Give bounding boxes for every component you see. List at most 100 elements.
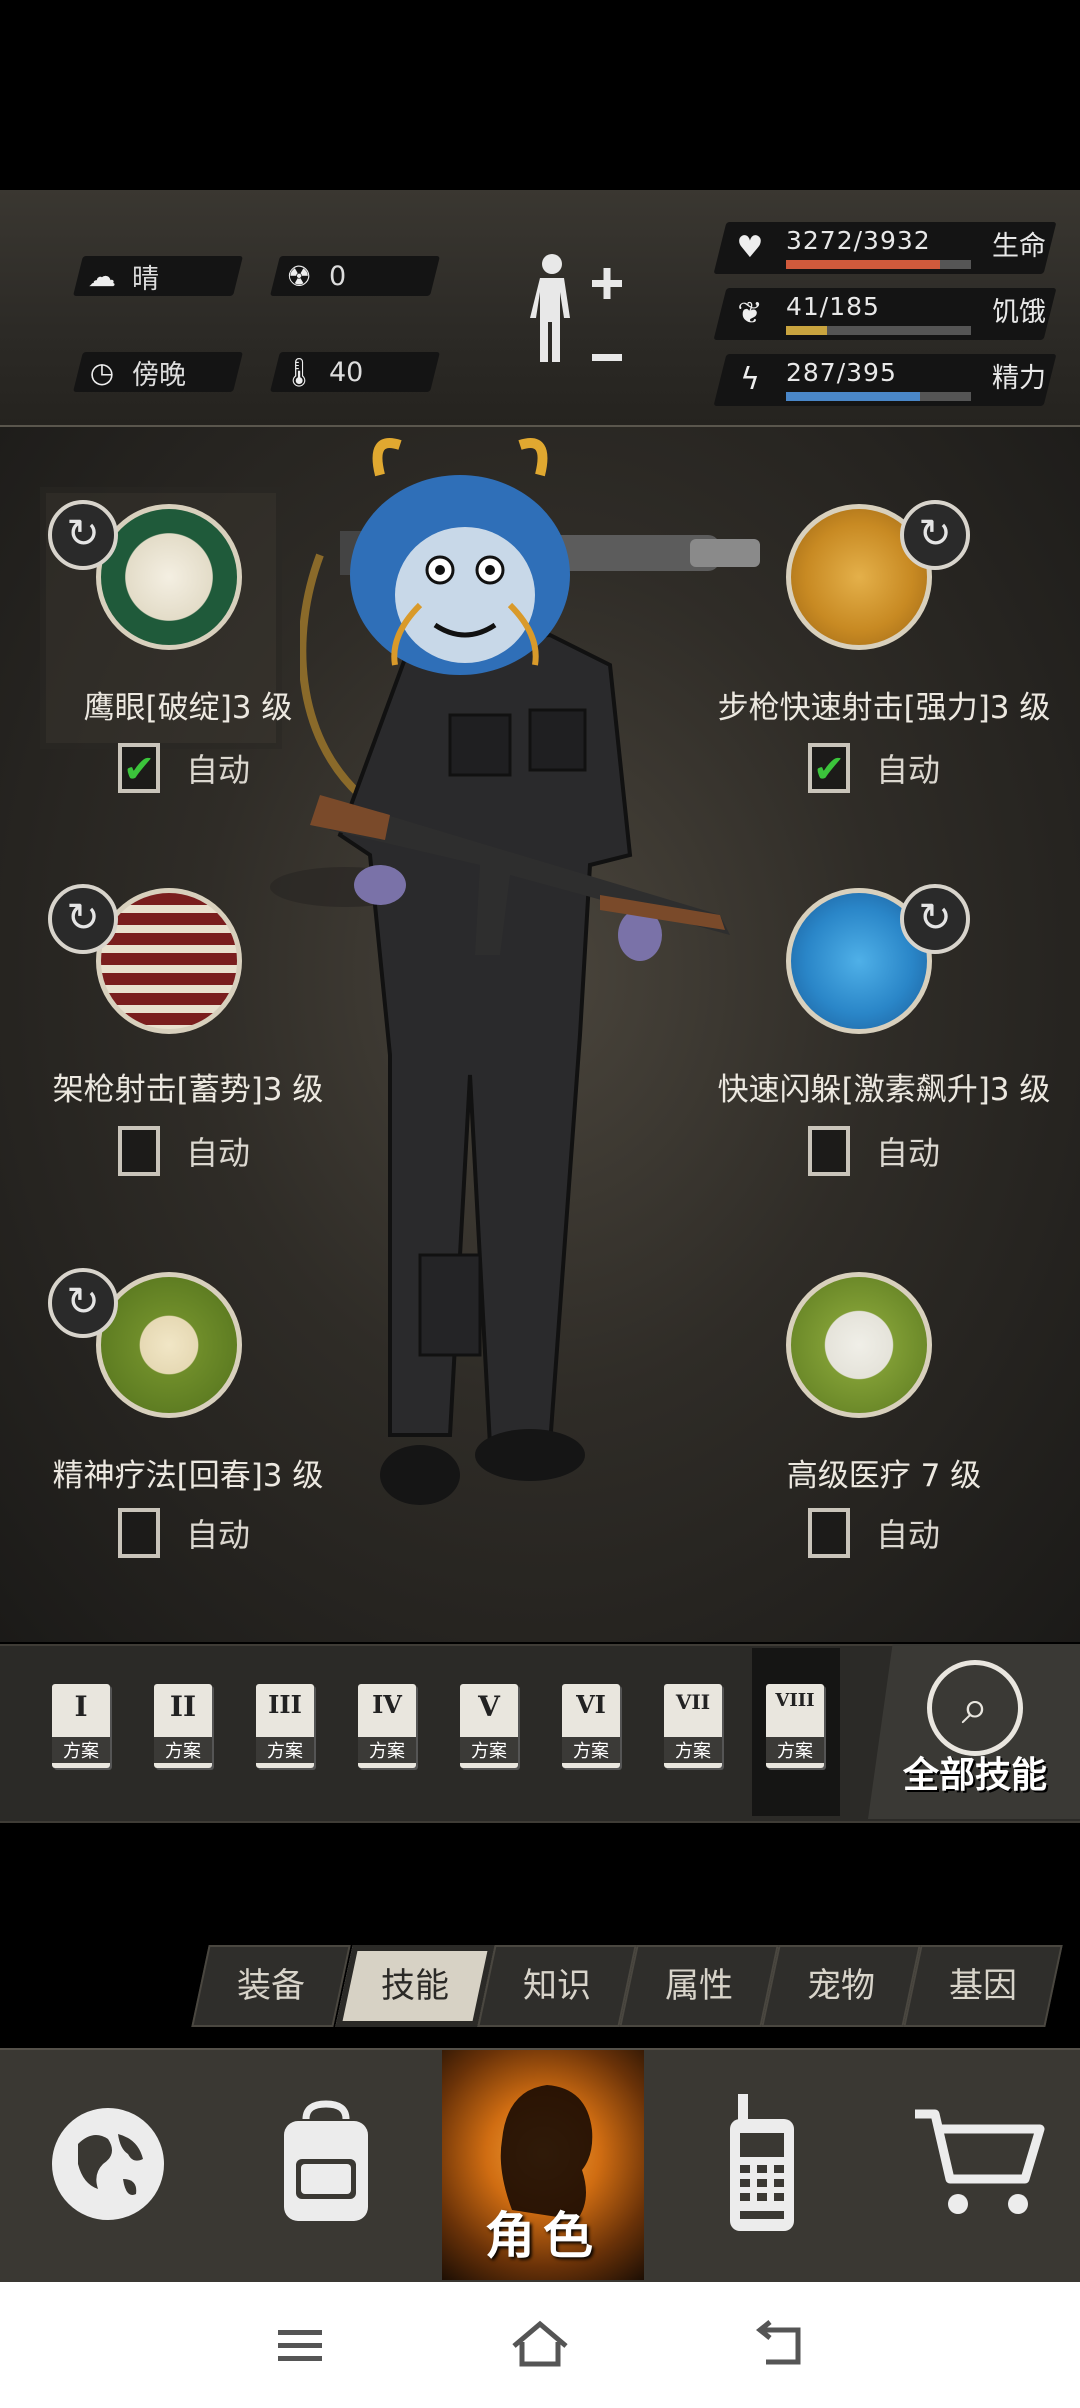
menu-icon[interactable] [260,2312,340,2378]
plan-2-button[interactable]: II 方案 [154,1684,216,1770]
cart-icon [915,2109,1045,2214]
nav-world[interactable] [8,2048,208,2280]
tab-knowledge[interactable]: 知识 [477,1945,637,2027]
plan-3-button[interactable]: III 方案 [256,1684,318,1770]
auto-checkbox[interactable]: ✔ [808,743,850,793]
temperature-value: 40 [329,356,364,388]
nav-bag[interactable] [226,2048,426,2280]
auto-toggle[interactable]: 自动 [808,1508,940,1558]
health-stat: ♥ 3272/3932 生命 [713,222,1060,274]
time-label: 傍晚 [132,359,186,391]
tab-label: 技能 [381,1966,449,2006]
plan-number: VIII [775,1690,815,1711]
tab-attributes[interactable]: 属性 [619,1945,779,2027]
thermometer-icon: 🌡 [281,355,317,389]
auto-checkbox[interactable] [808,1508,850,1558]
plan-8-button[interactable]: VIII 方案 [766,1684,828,1770]
radiation-pill: ☢ 0 [270,256,440,296]
auto-checkbox[interactable] [118,1126,160,1176]
plan-1-button[interactable]: I 方案 [52,1684,114,1770]
energy-label: 精力 [992,363,1046,394]
skill-name: 架枪射击[蓄势]3 级 [52,1072,324,1108]
cloud-sun-icon: ☁ [88,259,116,293]
energy-bar [786,392,971,401]
swap-skill-icon[interactable]: ↻ [900,884,970,954]
skill-search-icon: ⌕ [927,1660,1023,1756]
medkit-icon[interactable] [786,1272,932,1418]
back-icon[interactable] [740,2312,820,2378]
spirit-heal-icon[interactable] [96,1272,242,1418]
plan-number: V [478,1690,500,1723]
auto-label: 自动 [876,751,941,789]
backpack-icon [284,2100,368,2221]
plan-6-button[interactable]: VI 方案 [562,1684,624,1770]
plan-5-button[interactable]: V 方案 [460,1684,522,1770]
skill-name: 快速闪躲[激素飙升]3 级 [717,1072,1051,1108]
plan-number: III [268,1690,302,1719]
tab-pets[interactable]: 宠物 [761,1945,921,2027]
nav-shop[interactable] [880,2048,1080,2280]
tab-label: 宠物 [807,1966,875,2006]
swap-skill-icon[interactable]: ↻ [48,1268,118,1338]
auto-checkbox[interactable]: ✔ [118,743,160,793]
stomach-icon: ❦ [737,296,763,331]
tab-equipment[interactable]: 装备 [191,1945,351,2027]
tab-skills[interactable]: 技能 [335,1945,495,2027]
plan-label: 方案 [256,1737,314,1763]
hunger-label: 饥饿 [992,297,1046,328]
walkie-talkie-icon [730,2094,794,2231]
home-icon[interactable] [500,2312,580,2378]
all-skills-label: 全部技能 [902,1755,1047,1796]
auto-label: 自动 [876,1516,941,1554]
all-skills-button[interactable]: ⌕ 全部技能 [880,1660,1070,1810]
plan-number: IV [372,1690,402,1719]
auto-toggle[interactable]: 自动 [808,1126,940,1176]
auto-label: 自动 [186,751,251,789]
tab-label: 装备 [237,1966,305,2006]
plan-label: 方案 [358,1737,416,1763]
nav-character-label: 角色 [485,2207,601,2265]
plan-label: 方案 [460,1737,518,1763]
hunger-stat: ❦ 41/185 饥饿 [713,288,1060,340]
heart-icon: ♥ [736,230,764,265]
auto-toggle[interactable]: 自动 [118,1126,250,1176]
energy-stat: ϟ 287/395 精力 [713,354,1060,406]
auto-toggle[interactable]: ✔ 自动 [808,743,940,793]
auto-toggle[interactable]: ✔ 自动 [118,743,250,793]
plan-number: II [169,1690,197,1723]
weather-pill: ☁ 晴 [73,256,243,296]
plan-label: 方案 [154,1737,212,1763]
energy-icon: ϟ [740,362,760,397]
auto-label: 自动 [186,1516,251,1554]
tab-label: 知识 [523,1966,591,2006]
tab-label: 基因 [949,1966,1017,2006]
nav-radio[interactable] [662,2048,862,2280]
plan-7-button[interactable]: VII 方案 [664,1684,726,1770]
plan-label: 方案 [562,1737,620,1763]
radiation-value: 0 [329,260,347,292]
auto-label: 自动 [876,1134,941,1172]
body-status-icon[interactable] [520,250,630,370]
swap-skill-icon[interactable]: ↻ [48,500,118,570]
swap-skill-icon[interactable]: ↻ [48,884,118,954]
auto-label: 自动 [186,1134,251,1172]
auto-checkbox[interactable] [808,1126,850,1176]
health-label: 生命 [992,231,1046,262]
skill-name: 步枪快速射击[强力]3 级 [717,690,1051,726]
eagle-icon[interactable] [96,504,242,650]
swap-skill-icon[interactable]: ↻ [900,500,970,570]
auto-toggle[interactable]: 自动 [118,1508,250,1558]
health-bar [786,260,971,269]
skill-name: 鹰眼[破绽]3 级 [83,690,293,726]
clock-icon: ◷ [89,355,115,389]
plan-4-button[interactable]: IV 方案 [358,1684,420,1770]
tab-label: 属性 [665,1966,733,2006]
weather-label: 晴 [132,263,159,295]
system-navigation-bar [0,2282,1080,2408]
globe-icon [52,2108,164,2220]
auto-checkbox[interactable] [118,1508,160,1558]
prone-shooter-icon[interactable] [96,888,242,1034]
time-pill: ◷ 傍晚 [73,352,243,392]
health-value: 3272/3932 [786,226,931,255]
tab-genes[interactable]: 基因 [903,1945,1063,2027]
